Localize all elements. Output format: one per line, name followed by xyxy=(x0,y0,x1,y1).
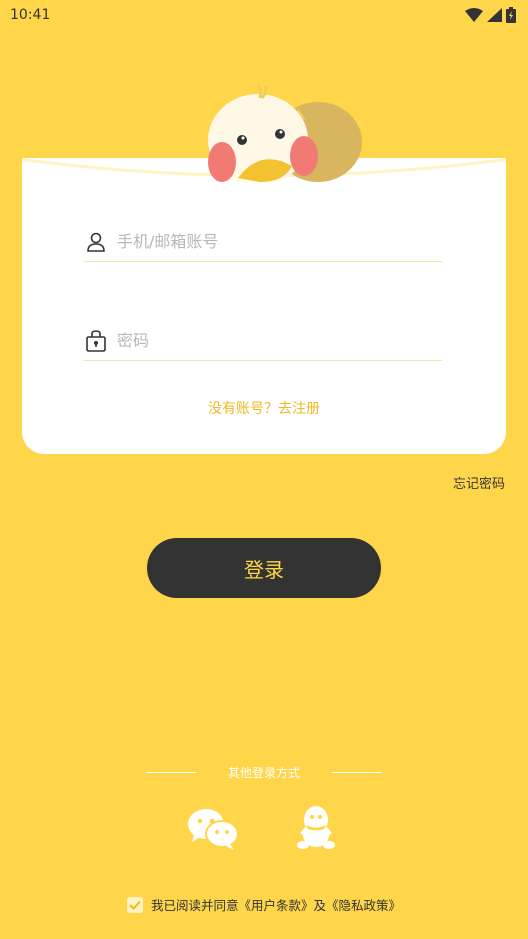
wechat-login-button[interactable] xyxy=(186,806,240,850)
lock-icon xyxy=(84,329,108,353)
qq-icon xyxy=(297,806,335,849)
username-field xyxy=(84,222,442,262)
divider-left xyxy=(145,772,196,773)
other-login-label: 其他登录方式 xyxy=(227,766,300,780)
privacy-link[interactable]: 《隐私政策》 xyxy=(326,895,401,914)
other-login-title: 其他登录方式 xyxy=(0,764,528,781)
password-input[interactable] xyxy=(117,331,442,350)
forgot-password-link[interactable]: 忘记密码 xyxy=(453,473,505,492)
mascot-chick-illustration xyxy=(208,83,362,182)
wifi-icon xyxy=(465,8,483,22)
password-field xyxy=(84,321,442,361)
status-time: 10:41 xyxy=(10,7,51,23)
battery-icon xyxy=(506,7,516,23)
register-link[interactable]: 没有账号？去注册 xyxy=(0,398,528,418)
login-button[interactable]: 登录 xyxy=(147,538,381,598)
wechat-icon xyxy=(188,809,239,850)
username-input[interactable] xyxy=(117,232,442,251)
status-icons xyxy=(465,7,516,23)
agreement-prefix: 我已阅读并同意 xyxy=(150,898,239,913)
signal-icon xyxy=(487,8,502,22)
divider-right xyxy=(332,772,382,773)
user-icon xyxy=(84,230,108,254)
terms-link[interactable]: 《用户条款》 xyxy=(238,895,313,914)
agreement-conjunction: 及 xyxy=(313,898,327,913)
agreement-row: 我已阅读并同意 《用户条款》 及 《隐私政策》 xyxy=(0,895,528,914)
qq-login-button[interactable] xyxy=(297,805,335,849)
status-bar: 10:41 xyxy=(0,0,528,30)
check-icon xyxy=(129,900,141,910)
agreement-checkbox[interactable] xyxy=(126,896,143,913)
